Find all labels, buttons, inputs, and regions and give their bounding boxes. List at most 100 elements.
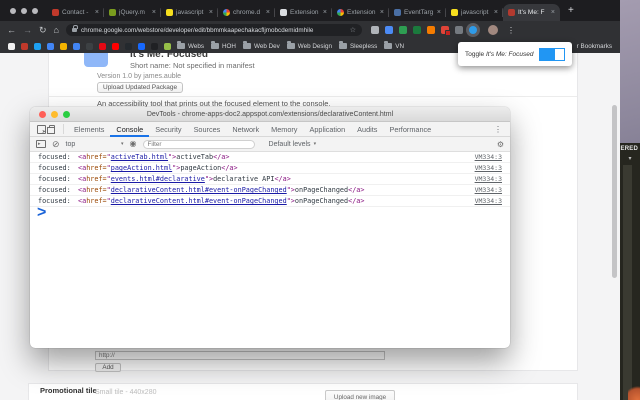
profile-avatar[interactable]: [487, 25, 498, 35]
devtools-tab-elements[interactable]: Elements: [68, 122, 110, 137]
page-scrollbar[interactable]: [612, 105, 617, 278]
devtools-zoom-button[interactable]: [63, 111, 70, 118]
browser-tab[interactable]: javascript ×: [446, 4, 503, 21]
devtools-tab-application[interactable]: Application: [303, 122, 351, 137]
devtools-titlebar[interactable]: DevTools - chrome-apps-doc2.appspot.com/…: [30, 107, 510, 122]
docs-icon[interactable]: [47, 42, 54, 50]
tab-close-icon[interactable]: ×: [209, 9, 213, 16]
console-filter-input[interactable]: [142, 139, 255, 149]
attribute-value-link[interactable]: declarativeContent.html#event-onPageChan…: [111, 186, 287, 194]
attribute-value-link[interactable]: activeTab.html: [111, 153, 168, 161]
bookmark-folder[interactable]: Sleepless: [338, 41, 377, 50]
devtools-menu-icon[interactable]: ⋮: [494, 125, 505, 134]
drive-icon[interactable]: [60, 42, 67, 50]
github-icon[interactable]: [125, 42, 132, 50]
context-selector[interactable]: top ▾: [66, 141, 124, 148]
log-levels-selector[interactable]: Default levels ▾: [269, 141, 317, 148]
bookmark-folder[interactable]: VN: [384, 41, 404, 50]
back-icon[interactable]: ←: [7, 25, 16, 35]
browser-tab[interactable]: Extension ×: [332, 4, 389, 21]
bookmark-star-icon[interactable]: ☆: [350, 26, 356, 34]
browser-tab[interactable]: javascript ×: [161, 4, 218, 21]
bookmark-folder[interactable]: HOH: [210, 41, 236, 50]
zoom-window-button[interactable]: [32, 7, 38, 14]
promo-upload-button[interactable]: Upload new image: [325, 390, 395, 400]
browser-menu-icon[interactable]: ⋮: [507, 26, 515, 35]
browser-tab[interactable]: jQuery.m ×: [104, 4, 161, 21]
google-icon[interactable]: [8, 42, 15, 50]
bookmark-folder[interactable]: Web Dev: [242, 41, 280, 50]
behance-icon[interactable]: [138, 42, 145, 50]
devtools-tab-performance[interactable]: Performance: [383, 122, 437, 137]
tab-close-icon[interactable]: ×: [494, 9, 498, 16]
browser-tab[interactable]: chrome.d ×: [218, 4, 275, 21]
settings-gear-icon[interactable]: ⚙: [497, 140, 504, 149]
devtools-tab-security[interactable]: Security: [149, 122, 187, 137]
clear-console-icon[interactable]: ⊘: [52, 139, 60, 149]
tab-close-icon[interactable]: ×: [266, 9, 270, 16]
live-expression-icon[interactable]: ◉: [130, 140, 137, 148]
source-location-link[interactable]: VM334:3: [475, 175, 502, 183]
new-tab-button[interactable]: +: [560, 5, 582, 16]
source-location-link[interactable]: VM334:3: [475, 197, 502, 205]
console-sidebar-icon[interactable]: ▸: [36, 140, 46, 148]
focused-toggle[interactable]: [539, 47, 566, 61]
source-location-link[interactable]: VM334:3: [475, 164, 502, 172]
attribute-value-link[interactable]: events.html#declarative: [111, 175, 205, 183]
site-url-input[interactable]: [95, 351, 385, 360]
browser-tab[interactable]: Contact - ×: [47, 4, 104, 21]
tab-close-icon[interactable]: ×: [95, 9, 99, 16]
close-window-button[interactable]: [10, 7, 16, 14]
dribbble-icon[interactable]: [21, 42, 28, 50]
devtools-tab-memory[interactable]: Memory: [265, 122, 303, 137]
extension-orange-icon[interactable]: [426, 26, 435, 34]
extension-adblock-icon[interactable]: [412, 26, 421, 34]
attribute-value-link[interactable]: declarativeContent.html#event-onPageChan…: [111, 197, 287, 205]
forward-icon[interactable]: →: [23, 25, 32, 35]
devtools-tab-network[interactable]: Network: [226, 122, 265, 137]
tab-close-icon[interactable]: ×: [152, 9, 156, 16]
device-toolbar-icon[interactable]: [47, 124, 55, 134]
bookmark-folder[interactable]: Webs: [177, 41, 204, 50]
tab-close-icon[interactable]: ×: [323, 9, 327, 16]
youtube-icon[interactable]: [112, 42, 119, 50]
devtools-minimize-button[interactable]: [51, 111, 58, 118]
netflix-icon[interactable]: [99, 42, 106, 50]
extension-shield-icon[interactable]: [398, 26, 407, 34]
reload-icon[interactable]: ↻: [39, 25, 47, 35]
devtools-window-controls[interactable]: [39, 111, 70, 118]
devtools-tab-sources[interactable]: Sources: [188, 122, 227, 137]
devtools-close-button[interactable]: [39, 111, 46, 118]
browser-tab[interactable]: It's Me: F ×: [503, 4, 560, 21]
tab-close-icon[interactable]: ×: [437, 9, 441, 16]
twitter-icon[interactable]: [34, 42, 41, 50]
calendar-icon[interactable]: [73, 42, 80, 50]
tab-close-icon[interactable]: ×: [551, 9, 555, 16]
minimize-window-button[interactable]: [21, 7, 27, 14]
home-icon[interactable]: ⌂: [54, 25, 59, 35]
inspect-element-icon[interactable]: [37, 124, 46, 135]
bookmark-folder[interactable]: Web Design: [286, 41, 332, 50]
attribute-value-link[interactable]: pageAction.html: [111, 164, 172, 172]
devtools-tab-console[interactable]: Console: [110, 122, 149, 137]
extension-circle-icon[interactable]: [454, 26, 463, 34]
upload-package-button[interactable]: Upload Updated Package: [97, 82, 184, 93]
source-location-link[interactable]: VM334:3: [475, 186, 502, 194]
address-bar[interactable]: chrome.google.com/webstore/developer/edi…: [65, 24, 362, 36]
app-dark-icon[interactable]: [86, 42, 93, 50]
add-button[interactable]: Add: [95, 363, 121, 372]
ball-icon[interactable]: [151, 42, 158, 50]
extension-dice-icon[interactable]: [440, 26, 451, 36]
devtools-tab-audits[interactable]: Audits: [351, 122, 383, 137]
tab-close-icon[interactable]: ×: [380, 9, 384, 16]
url-text[interactable]: chrome.google.com/webstore/developer/edi…: [81, 27, 346, 34]
window-controls[interactable]: [6, 0, 47, 21]
other-bookmarks-label[interactable]: r Bookmarks: [577, 43, 612, 50]
extension-photos-icon[interactable]: [384, 26, 393, 34]
browser-tab[interactable]: EventTarg ×: [389, 4, 446, 21]
source-location-link[interactable]: VM334:3: [475, 153, 502, 161]
shopify-icon[interactable]: [164, 42, 171, 50]
console-prompt[interactable]: >: [30, 204, 510, 221]
extension-its-me-focused-icon[interactable]: [468, 26, 477, 34]
extension-gray-icon[interactable]: [370, 26, 379, 34]
